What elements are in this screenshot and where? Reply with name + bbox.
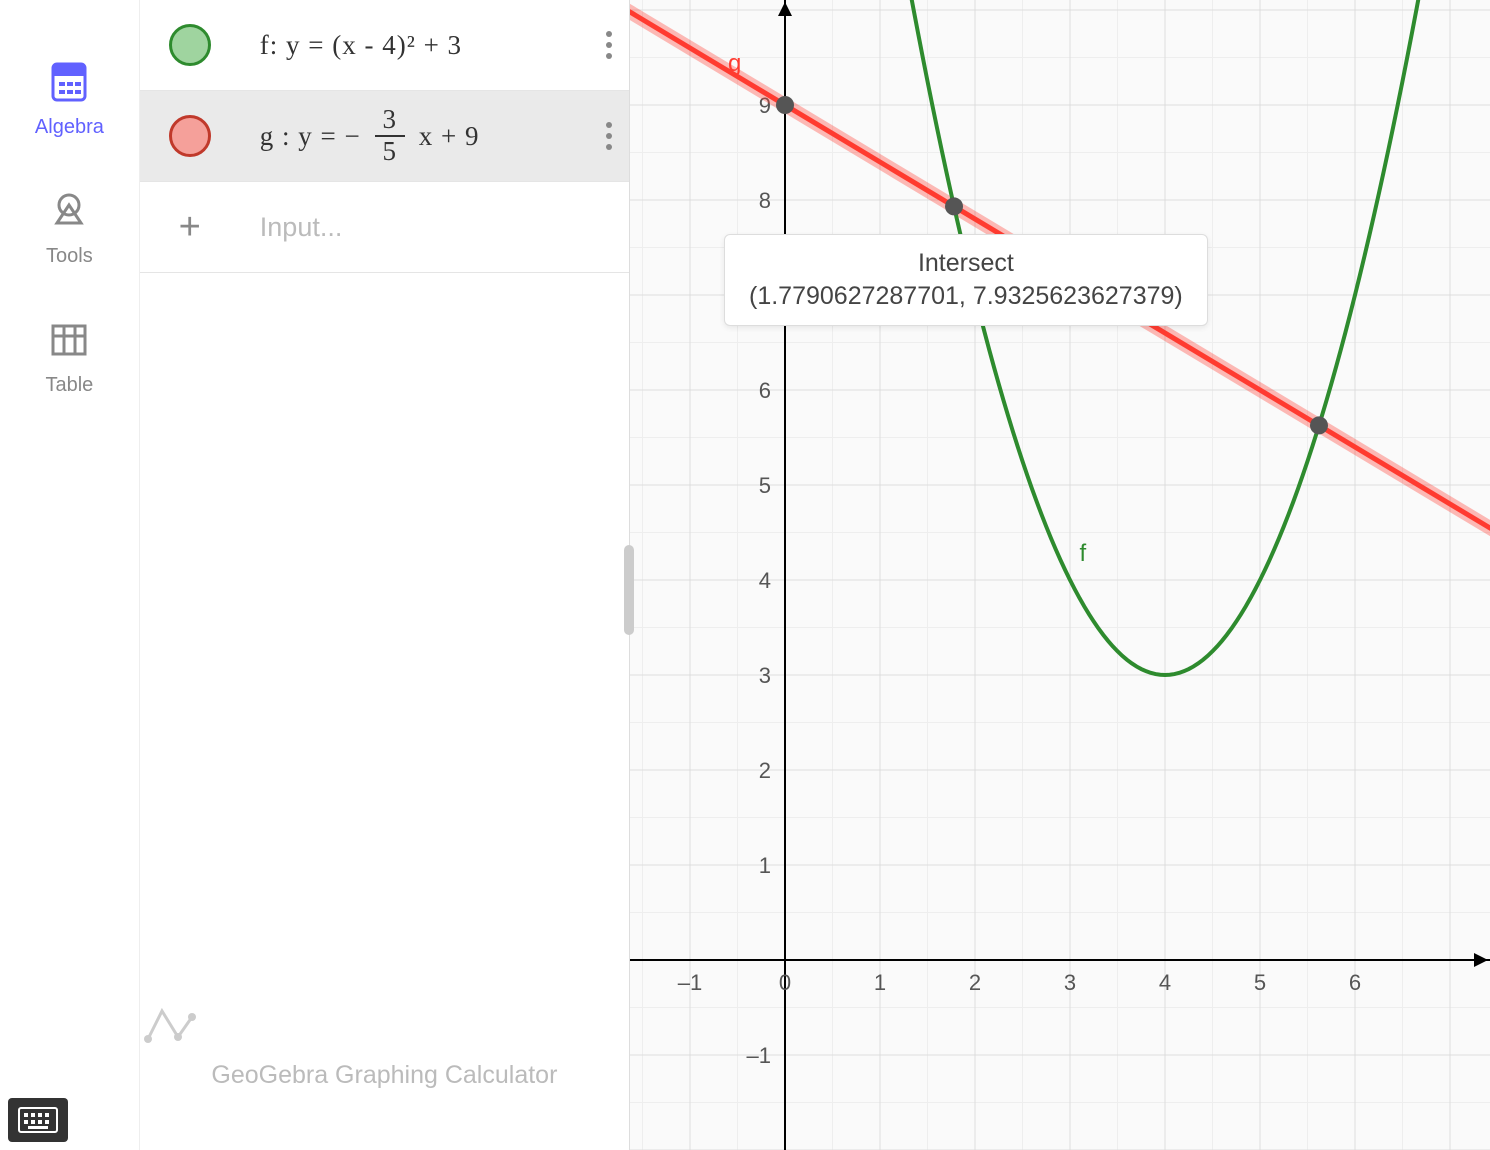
svg-text:0: 0 bbox=[779, 970, 791, 995]
svg-text:5: 5 bbox=[1254, 970, 1266, 995]
nav-table-label: Table bbox=[45, 374, 93, 397]
table-icon bbox=[47, 318, 91, 362]
expression-row-g[interactable]: g : y = − 35 x + 9 bbox=[140, 91, 629, 182]
svg-text:6: 6 bbox=[1349, 970, 1361, 995]
calculator-icon bbox=[47, 60, 91, 104]
nav-tools[interactable]: Tools bbox=[46, 189, 93, 268]
expression-input[interactable]: Input... bbox=[240, 212, 629, 243]
sidebar: Algebra Tools Table bbox=[0, 0, 140, 1150]
svg-text:g: g bbox=[728, 50, 741, 77]
row-menu-f[interactable] bbox=[589, 31, 629, 59]
nav-algebra-label: Algebra bbox=[35, 116, 104, 139]
nav-algebra[interactable]: Algebra bbox=[35, 60, 104, 139]
svg-text:–1: –1 bbox=[747, 1043, 771, 1068]
watermark-icon bbox=[140, 999, 200, 1049]
row-menu-g[interactable] bbox=[589, 122, 629, 150]
tools-icon bbox=[47, 189, 91, 233]
nav-table[interactable]: Table bbox=[45, 318, 93, 397]
input-row[interactable]: + Input... bbox=[140, 182, 629, 273]
add-expression-button[interactable]: + bbox=[140, 206, 240, 249]
graph-canvas[interactable]: –10123456–1123456789gf bbox=[630, 0, 1490, 1150]
svg-text:8: 8 bbox=[759, 188, 771, 213]
svg-text:1: 1 bbox=[759, 853, 771, 878]
visibility-toggle-f[interactable] bbox=[169, 24, 211, 66]
svg-text:4: 4 bbox=[759, 568, 771, 593]
panel-resize-handle[interactable] bbox=[624, 545, 634, 635]
algebra-panel: f: y = (x - 4)² + 3 g : y = − 35 x + 9 +… bbox=[140, 0, 630, 1150]
nav-tools-label: Tools bbox=[46, 245, 93, 268]
intersect-tooltip: Intersect (1.7790627287701, 7.9325623627… bbox=[724, 234, 1208, 326]
svg-text:2: 2 bbox=[759, 758, 771, 783]
watermark: GeoGebra Graphing Calculator bbox=[140, 999, 629, 1090]
svg-text:1: 1 bbox=[874, 970, 886, 995]
expression-row-f[interactable]: f: y = (x - 4)² + 3 bbox=[140, 0, 629, 91]
keyboard-button[interactable] bbox=[8, 1098, 68, 1142]
svg-text:3: 3 bbox=[1064, 970, 1076, 995]
visibility-toggle-g[interactable] bbox=[169, 115, 211, 157]
svg-text:5: 5 bbox=[759, 473, 771, 498]
watermark-text: GeoGebra Graphing Calculator bbox=[140, 1061, 629, 1090]
svg-text:6: 6 bbox=[759, 378, 771, 403]
svg-text:2: 2 bbox=[969, 970, 981, 995]
expression-g[interactable]: g : y = − 35 x + 9 bbox=[240, 105, 589, 166]
svg-text:–1: –1 bbox=[678, 970, 702, 995]
svg-text:f: f bbox=[1080, 540, 1087, 567]
tooltip-title: Intersect bbox=[749, 249, 1183, 278]
keyboard-icon bbox=[18, 1107, 58, 1133]
graph-view[interactable]: –10123456–1123456789gf Intersect (1.7790… bbox=[630, 0, 1490, 1150]
svg-text:4: 4 bbox=[1159, 970, 1171, 995]
svg-text:3: 3 bbox=[759, 663, 771, 688]
tooltip-coords: (1.7790627287701, 7.9325623627379) bbox=[749, 282, 1183, 311]
expression-f[interactable]: f: y = (x - 4)² + 3 bbox=[240, 30, 589, 61]
